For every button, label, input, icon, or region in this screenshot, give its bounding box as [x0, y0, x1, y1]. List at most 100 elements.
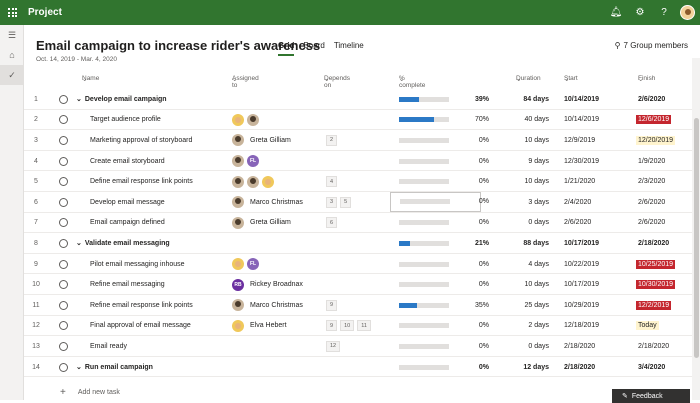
start-cell[interactable]: 10/22/2019: [564, 254, 599, 275]
start-cell[interactable]: 10/14/2019: [564, 110, 599, 131]
tab-board[interactable]: Board: [303, 41, 324, 56]
task-name[interactable]: ⌄ Develop email campaign: [76, 89, 167, 110]
assignee-avatar[interactable]: [232, 134, 244, 147]
task-row[interactable]: 2 Target audience profile 70% 40 days 10/14/…: [24, 110, 692, 131]
assignee-avatar[interactable]: FL: [247, 155, 259, 168]
task-name[interactable]: Refine email response link points: [90, 295, 193, 316]
assigned-cell[interactable]: Elva Hebert: [232, 316, 287, 337]
dependency-chip[interactable]: 9: [326, 299, 338, 311]
finish-cell[interactable]: 2/6/2020: [636, 213, 667, 234]
pct-complete-cell[interactable]: 35%: [399, 295, 509, 316]
assignee-avatar[interactable]: [232, 113, 244, 126]
duration-cell[interactable]: 12 days: [514, 357, 549, 378]
my-tasks-icon[interactable]: ✓: [0, 65, 24, 85]
finish-cell[interactable]: 12/6/2019: [636, 110, 672, 131]
finish-cell[interactable]: 3/4/2020: [636, 357, 667, 378]
assignee-avatar[interactable]: FL: [247, 258, 259, 271]
assigned-cell[interactable]: Greta Gilliam: [232, 213, 291, 234]
finish-cell[interactable]: 2/6/2020: [636, 89, 667, 110]
depends-cell[interactable]: 6: [326, 213, 338, 234]
duration-cell[interactable]: 40 days: [514, 110, 549, 131]
hamburger-icon[interactable]: ☰: [0, 25, 24, 45]
assigned-cell[interactable]: FL: [232, 151, 259, 172]
start-cell[interactable]: 2/6/2020: [564, 213, 591, 234]
start-cell[interactable]: 12/9/2019: [564, 130, 595, 151]
task-row[interactable]: 4 Create email storyboard FL 0% 9 days 12/30/…: [24, 151, 692, 172]
task-name[interactable]: Define email response link points: [90, 171, 193, 192]
col-depends[interactable]: Depends on ⌄: [324, 75, 350, 89]
complete-checkbox[interactable]: [59, 151, 68, 172]
assignee-avatar[interactable]: [247, 113, 259, 126]
complete-checkbox[interactable]: [59, 213, 68, 234]
duration-cell[interactable]: 10 days: [514, 130, 549, 151]
duration-cell[interactable]: 0 days: [514, 213, 549, 234]
assignee-avatar[interactable]: [232, 299, 244, 312]
task-row[interactable]: 12 Final approval of email message Elva He…: [24, 316, 692, 337]
task-name[interactable]: Pilot email messaging inhouse: [90, 254, 185, 275]
task-row[interactable]: 9 Pilot email messaging inhouse FL 0% 4 days…: [24, 254, 692, 275]
col-name[interactable]: Name ⌄: [82, 75, 99, 83]
col-start[interactable]: Start ⌄: [564, 75, 578, 83]
assigned-cell[interactable]: Marco Christmas: [232, 295, 303, 316]
pct-complete-cell[interactable]: 39%: [399, 89, 509, 110]
assigned-cell[interactable]: Marco Christmas: [232, 192, 303, 213]
pct-complete-cell[interactable]: 70%: [399, 110, 509, 131]
pct-complete-cell[interactable]: 0%: [399, 171, 509, 192]
pct-complete-cell[interactable]: 0%: [399, 254, 509, 275]
finish-cell[interactable]: 12/2/2019: [636, 295, 672, 316]
task-name[interactable]: Email ready: [90, 336, 127, 357]
depends-cell[interactable]: 9: [326, 295, 338, 316]
group-members-button[interactable]: ⚲ 7 Group members: [615, 41, 688, 50]
depends-cell[interactable]: 4: [326, 171, 338, 192]
duration-cell[interactable]: 84 days: [514, 89, 549, 110]
duration-cell[interactable]: 9 days: [514, 151, 549, 172]
finish-cell[interactable]: 10/30/2019: [636, 274, 676, 295]
dependency-chip[interactable]: 12: [326, 340, 341, 352]
finish-cell[interactable]: 2/3/2020: [636, 171, 667, 192]
chevron-down-icon[interactable]: ⌄: [76, 363, 82, 371]
task-name[interactable]: Email campaign defined: [90, 213, 165, 234]
assignee-avatar[interactable]: [232, 175, 244, 188]
bucket-row[interactable]: 8 ⌄ Validate email messaging 21% 88 days 10/1…: [24, 233, 692, 254]
start-cell[interactable]: 1/21/2020: [564, 171, 595, 192]
complete-checkbox[interactable]: [59, 110, 68, 131]
depends-cell[interactable]: 12: [326, 336, 341, 357]
task-name[interactable]: Marketing approval of storyboard: [90, 130, 192, 151]
assigned-cell[interactable]: [232, 171, 274, 192]
complete-checkbox[interactable]: [59, 130, 68, 151]
col-duration[interactable]: Duration ⌄: [516, 75, 541, 83]
app-launcher-icon[interactable]: [0, 0, 25, 25]
pct-complete-cell[interactable]: 0%: [399, 130, 509, 151]
finish-cell[interactable]: 2/18/2020: [636, 336, 671, 357]
add-task-button[interactable]: + Add new task: [60, 387, 120, 398]
assigned-cell[interactable]: [232, 110, 259, 131]
duration-cell[interactable]: 4 days: [514, 254, 549, 275]
feedback-button[interactable]: ✎ Feedback: [612, 389, 690, 403]
duration-cell[interactable]: 10 days: [514, 274, 549, 295]
start-cell[interactable]: 10/17/2019: [564, 274, 599, 295]
pct-complete-cell[interactable]: 0%: [399, 336, 509, 357]
task-row[interactable]: 11 Refine email response link points Marco…: [24, 295, 692, 316]
assignee-avatar[interactable]: [232, 319, 244, 332]
duration-cell[interactable]: 2 days: [514, 316, 549, 337]
complete-checkbox[interactable]: [59, 192, 68, 213]
depends-cell[interactable]: 35: [326, 192, 352, 213]
start-cell[interactable]: 10/29/2019: [564, 295, 599, 316]
assignee-avatar[interactable]: [232, 196, 244, 209]
chevron-down-icon[interactable]: ⌄: [76, 95, 82, 103]
user-avatar[interactable]: [680, 5, 695, 20]
finish-cell[interactable]: Today: [636, 316, 659, 337]
assigned-cell[interactable]: FL: [232, 254, 259, 275]
tab-grid[interactable]: Grid: [278, 41, 295, 56]
assignee-avatar[interactable]: RB: [232, 278, 244, 291]
complete-checkbox[interactable]: [59, 336, 68, 357]
gear-icon[interactable]: ⚙︎: [628, 0, 652, 25]
assigned-cell[interactable]: Greta Gilliam: [232, 130, 291, 151]
start-cell[interactable]: 2/18/2020: [564, 357, 595, 378]
col-finish[interactable]: Finish ⌄: [638, 75, 655, 83]
pct-complete-cell[interactable]: 0%: [390, 191, 489, 212]
duration-cell[interactable]: 0 days: [514, 336, 549, 357]
task-row[interactable]: 3 Marketing approval of storyboard Greta G…: [24, 130, 692, 151]
task-row[interactable]: 7 Email campaign defined Greta Gilliam 6 0% 0…: [24, 213, 692, 234]
app-title[interactable]: Project: [28, 7, 62, 18]
